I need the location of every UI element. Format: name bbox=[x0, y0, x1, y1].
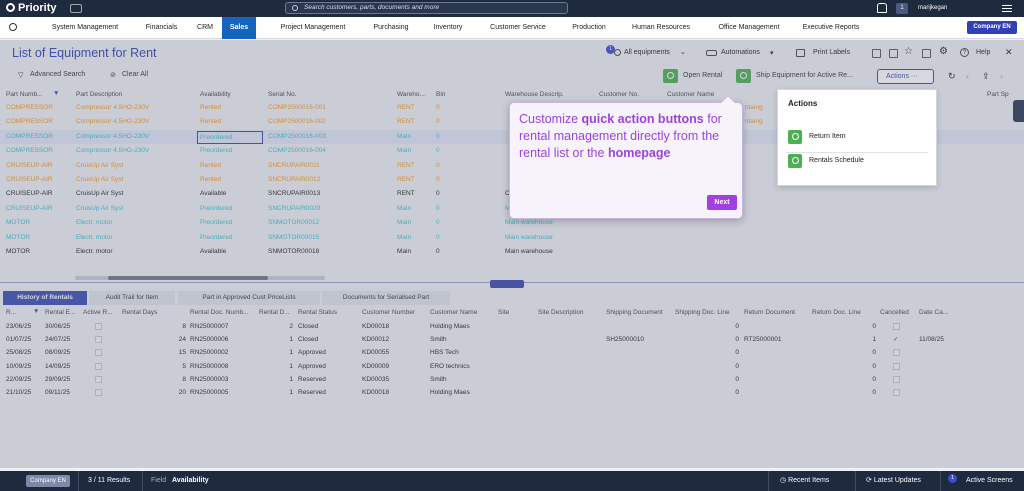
divider bbox=[78, 471, 79, 491]
nav-tab-1[interactable]: Financials bbox=[134, 17, 189, 39]
priority-logo-icon bbox=[6, 3, 15, 12]
status-bar: Company EN 3 / 11 Results Field Availabi… bbox=[0, 471, 1024, 491]
nav-tab-10[interactable]: Office Management bbox=[706, 17, 792, 39]
nav-tab-8[interactable]: Production bbox=[561, 17, 617, 39]
divider bbox=[855, 471, 856, 491]
search-icon bbox=[292, 5, 298, 11]
return-icon bbox=[788, 130, 802, 144]
app-logo[interactable]: Priority bbox=[6, 2, 57, 14]
nav-tab-11[interactable]: Executive Reports bbox=[796, 17, 866, 39]
divider bbox=[940, 471, 941, 491]
tour-tooltip: Customize quick action buttons for renta… bbox=[509, 94, 743, 219]
nav-tab-9[interactable]: Human Resources bbox=[621, 17, 701, 39]
divider bbox=[142, 471, 143, 491]
divider bbox=[768, 471, 769, 491]
results-count: 3 / 11 Results bbox=[88, 477, 131, 484]
schedule-icon bbox=[788, 154, 802, 168]
nav-tab-0[interactable]: System Management bbox=[39, 17, 131, 39]
nav-tab-6[interactable]: Inventory bbox=[423, 17, 473, 39]
nav-tab-7[interactable]: Customer Service bbox=[478, 17, 558, 39]
main-nav: System Management Financials CRM Sales Proje… bbox=[0, 17, 1024, 39]
recent-items-button[interactable]: ◷ Recent Items bbox=[780, 471, 829, 491]
nav-tab-3[interactable]: Sales bbox=[222, 17, 256, 39]
bell-icon[interactable] bbox=[877, 3, 887, 13]
actions-panel-title: Actions bbox=[788, 99, 818, 108]
screen-chip-icon[interactable] bbox=[70, 4, 82, 13]
field-label: Field bbox=[151, 477, 167, 484]
next-button[interactable]: Next bbox=[707, 195, 737, 210]
user-avatar[interactable]: 1 bbox=[896, 3, 908, 14]
menu-icon[interactable] bbox=[1002, 5, 1012, 12]
status-company[interactable]: Company EN bbox=[26, 475, 70, 487]
field-value: Availability bbox=[172, 477, 209, 484]
return-item-action[interactable]: Return Item bbox=[788, 129, 846, 145]
nav-tab-2[interactable]: CRM bbox=[191, 17, 219, 39]
top-bar: Priority Search customers, parts, docume… bbox=[0, 0, 1024, 17]
rentals-schedule-action[interactable]: Rentals Schedule bbox=[788, 153, 864, 169]
active-screens-button[interactable]: 1 Active Screens bbox=[948, 471, 1013, 491]
clock-icon: ◷ bbox=[780, 477, 787, 484]
actions-panel: Actions Return Item Rentals Schedule bbox=[777, 89, 937, 186]
global-search-input[interactable]: Search customers, parts, documents and m… bbox=[285, 2, 568, 14]
nav-tab-5[interactable]: Purchasing bbox=[362, 17, 420, 39]
user-name[interactable]: marijkegan bbox=[918, 5, 947, 11]
tooltip-text: Customize quick action buttons for renta… bbox=[519, 112, 722, 160]
active-screens-badge: 1 bbox=[948, 474, 957, 483]
nav-search-icon[interactable] bbox=[9, 23, 17, 31]
nav-tab-4[interactable]: Project Management bbox=[268, 17, 358, 39]
updates-icon: ⟳ bbox=[866, 477, 872, 484]
company-selector[interactable]: Company EN bbox=[967, 21, 1017, 34]
latest-updates-button[interactable]: ⟳ Latest Updates bbox=[866, 471, 921, 491]
